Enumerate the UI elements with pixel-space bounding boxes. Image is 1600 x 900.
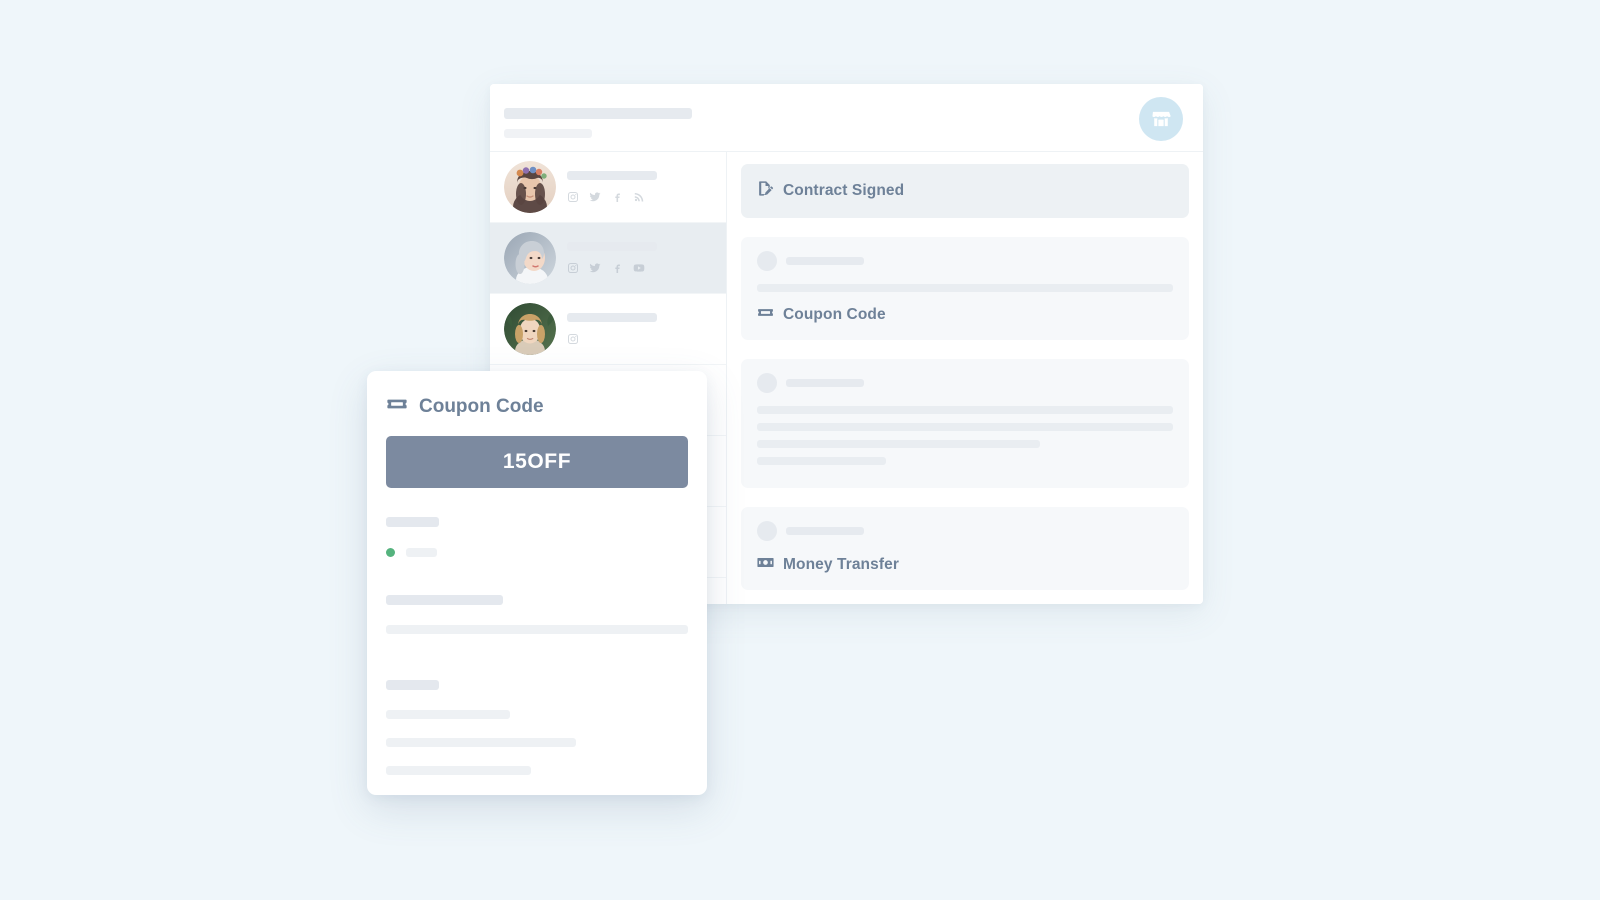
card-title: Contract Signed bbox=[757, 180, 1173, 202]
name-placeholder bbox=[786, 257, 864, 265]
header-title-placeholder bbox=[504, 108, 692, 119]
section-heading-placeholder bbox=[386, 595, 503, 605]
screen: Contract Signed Coupon Code Money Transf… bbox=[0, 0, 1600, 900]
modal-section-one bbox=[386, 595, 688, 634]
text-placeholder-line bbox=[757, 406, 1173, 414]
modal-title-label: Coupon Code bbox=[419, 396, 544, 417]
coupon-code-value: 15OFF bbox=[502, 450, 572, 473]
card-title-label: Contract Signed bbox=[783, 182, 905, 199]
contact-row[interactable] bbox=[490, 223, 726, 294]
card-title-label: Coupon Code bbox=[783, 306, 886, 323]
activity-card-coupon-code[interactable]: Coupon Code bbox=[741, 237, 1189, 340]
rss-icon[interactable] bbox=[633, 191, 645, 203]
coupon-code-modal: Coupon Code 15OFF bbox=[367, 371, 707, 795]
text-placeholder-line bbox=[386, 625, 688, 634]
store-icon bbox=[1150, 108, 1172, 130]
text-placeholder-line bbox=[386, 738, 577, 747]
social-icons bbox=[567, 333, 657, 345]
social-icons bbox=[567, 191, 657, 203]
text-placeholder-line bbox=[757, 423, 1173, 431]
avatar bbox=[504, 303, 556, 355]
card-title: Money Transfer bbox=[757, 554, 1173, 576]
youtube-icon[interactable] bbox=[633, 262, 645, 274]
card-title-label: Money Transfer bbox=[783, 556, 899, 573]
contact-name-placeholder bbox=[567, 171, 657, 180]
instagram-icon[interactable] bbox=[567, 262, 579, 274]
contact-meta bbox=[567, 242, 657, 274]
text-placeholder-line bbox=[386, 710, 510, 719]
card-author-skeleton bbox=[757, 251, 1173, 271]
modal-meta-section bbox=[386, 517, 688, 557]
status-indicator-dot bbox=[386, 548, 395, 557]
money-transfer-icon bbox=[757, 554, 774, 576]
facebook-icon[interactable] bbox=[611, 262, 623, 274]
instagram-icon[interactable] bbox=[567, 191, 579, 203]
twitter-icon[interactable] bbox=[589, 262, 601, 274]
contact-meta bbox=[567, 171, 657, 203]
app-header bbox=[490, 84, 1203, 152]
section-heading-placeholder bbox=[386, 680, 439, 690]
field-label-placeholder bbox=[386, 517, 439, 527]
avatar-placeholder bbox=[757, 521, 777, 541]
avatar bbox=[504, 232, 556, 284]
text-placeholder-line bbox=[757, 284, 1173, 292]
contact-meta bbox=[567, 313, 657, 345]
activity-card-contract-signed[interactable]: Contract Signed bbox=[741, 164, 1189, 218]
coupon-ticket-icon bbox=[386, 393, 408, 421]
instagram-icon[interactable] bbox=[567, 333, 579, 345]
avatar-placeholder bbox=[757, 373, 777, 393]
store-badge-button[interactable] bbox=[1139, 97, 1183, 141]
coupon-code-button[interactable]: 15OFF bbox=[386, 436, 688, 488]
coupon-ticket-icon bbox=[757, 304, 774, 326]
status-label-placeholder bbox=[406, 548, 437, 557]
modal-title: Coupon Code bbox=[386, 393, 688, 421]
contact-row[interactable] bbox=[490, 152, 726, 223]
activity-card-message[interactable] bbox=[741, 359, 1189, 488]
twitter-icon[interactable] bbox=[589, 191, 601, 203]
contact-name-placeholder bbox=[567, 242, 657, 251]
social-icons bbox=[567, 262, 657, 274]
card-author-skeleton bbox=[757, 521, 1173, 541]
name-placeholder bbox=[786, 527, 864, 535]
modal-section-two bbox=[386, 680, 688, 775]
status-row bbox=[386, 548, 688, 557]
contract-signed-icon bbox=[757, 180, 774, 202]
card-title: Coupon Code bbox=[757, 304, 1173, 326]
avatar-placeholder bbox=[757, 251, 777, 271]
name-placeholder bbox=[786, 379, 864, 387]
facebook-icon[interactable] bbox=[611, 191, 623, 203]
text-placeholder-line bbox=[757, 457, 886, 465]
activity-panel: Contract Signed Coupon Code Money Transf… bbox=[727, 152, 1203, 604]
contact-name-placeholder bbox=[567, 313, 657, 322]
header-subtitle-placeholder bbox=[504, 129, 592, 138]
contact-row[interactable] bbox=[490, 294, 726, 365]
card-author-skeleton bbox=[757, 373, 1173, 393]
avatar bbox=[504, 161, 556, 213]
activity-card-money-transfer[interactable]: Money Transfer bbox=[741, 507, 1189, 590]
text-placeholder-line bbox=[386, 766, 531, 775]
text-placeholder-line bbox=[757, 440, 1040, 448]
